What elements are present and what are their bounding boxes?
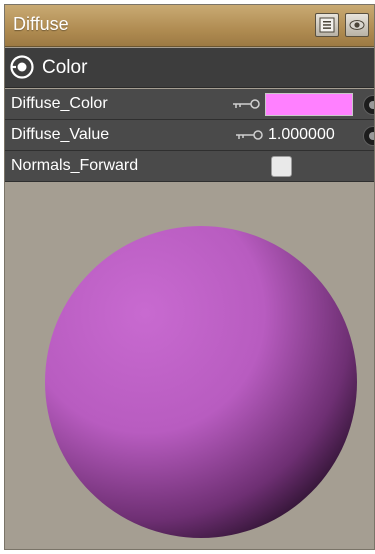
- map-button[interactable]: [363, 95, 374, 115]
- property-label: Normals_Forward: [11, 157, 139, 174]
- color-section-header[interactable]: Color: [5, 48, 374, 88]
- property-label: Diffuse_Value: [11, 126, 110, 143]
- panel-title: Diffuse: [13, 14, 69, 34]
- diffuse-panel: Diffuse Color Diffuse_Color Diffuse_Valu…: [4, 4, 375, 550]
- eye-icon: [349, 20, 365, 30]
- property-row-diffuse-color: Diffuse_Color: [5, 89, 374, 120]
- property-row-normals-forward: Normals_Forward: [5, 151, 374, 182]
- eye-target-icon: [10, 55, 34, 79]
- material-sphere-preview: [45, 226, 357, 538]
- list-icon: [319, 17, 335, 33]
- property-label: Diffuse_Color: [11, 95, 108, 112]
- key-icon[interactable]: [231, 98, 261, 110]
- section-label: Color: [42, 57, 88, 78]
- property-row-diffuse-value: Diffuse_Value 1.000000: [5, 120, 374, 151]
- normals-forward-checkbox[interactable]: [271, 156, 292, 177]
- diffuse-value-field[interactable]: 1.000000: [268, 126, 335, 144]
- key-icon[interactable]: [234, 129, 264, 141]
- panel-header: Diffuse: [5, 5, 374, 47]
- visibility-button[interactable]: [345, 13, 369, 37]
- diffuse-color-swatch[interactable]: [265, 93, 353, 116]
- map-button[interactable]: [363, 126, 374, 146]
- list-button[interactable]: [315, 13, 339, 37]
